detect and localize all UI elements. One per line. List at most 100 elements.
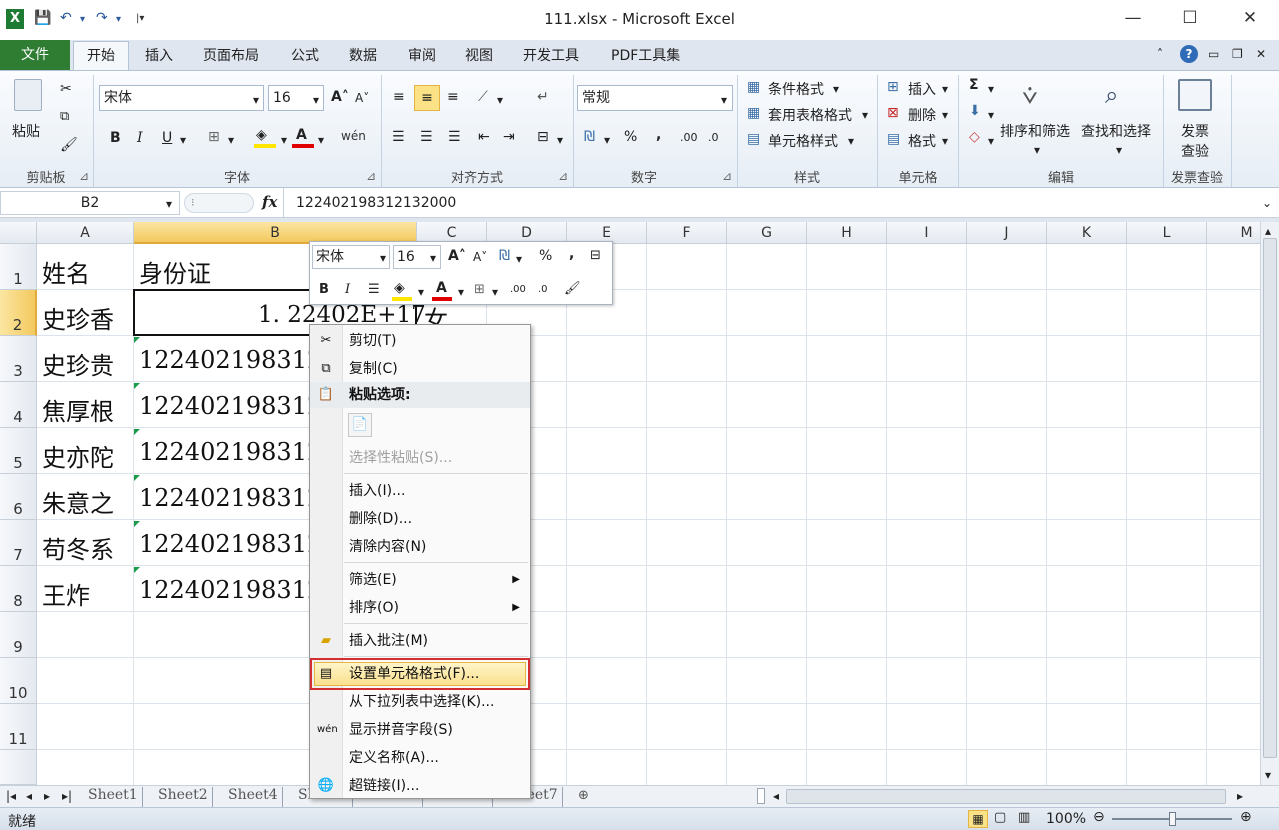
merge-center-icon[interactable]: ⊟ <box>537 129 549 145</box>
column-header-h[interactable]: H <box>807 222 887 244</box>
first-sheet-icon[interactable]: |◂ <box>6 789 16 803</box>
column-header-i[interactable]: I <box>887 222 967 244</box>
horizontal-scroll-thumb[interactable] <box>786 789 1226 804</box>
font-color-button[interactable]: A <box>296 127 307 143</box>
sheet-tab-4[interactable]: Sheet4 <box>224 787 283 807</box>
underline-dropdown-icon[interactable]: ▾ <box>180 133 186 147</box>
mini-bold-button[interactable]: B <box>319 282 329 297</box>
column-header-j[interactable]: J <box>967 222 1047 244</box>
scroll-down-icon[interactable]: ▾ <box>1265 768 1271 782</box>
mini-border-icon[interactable]: ⊞ <box>474 282 485 297</box>
alignment-launcher-icon[interactable]: ⊿ <box>558 169 568 183</box>
mini-border-dropdown-icon[interactable]: ▾ <box>492 285 498 299</box>
align-middle-icon[interactable]: ≡ <box>414 85 440 111</box>
border-dropdown-icon[interactable]: ▾ <box>228 133 234 147</box>
row-header-5[interactable]: 5 <box>0 428 37 474</box>
cell-styles-button[interactable]: 单元格样式 <box>768 131 838 151</box>
mini-accounting-dropdown-icon[interactable]: ▾ <box>516 252 522 266</box>
number-launcher-icon[interactable]: ⊿ <box>722 169 732 183</box>
row-header-3[interactable]: 3 <box>0 336 37 382</box>
mini-font-color-dropdown-icon[interactable]: ▾ <box>458 285 464 299</box>
format-as-table-button[interactable]: 套用表格格式 <box>768 105 852 125</box>
mini-decrease-decimal-icon[interactable]: .0 <box>538 284 548 295</box>
accounting-format-icon[interactable]: ₪ <box>584 129 595 145</box>
percent-button[interactable]: % <box>624 129 637 145</box>
cell-a7[interactable]: 苟冬系 <box>42 530 114 565</box>
insert-cells-button[interactable]: 插入 <box>908 79 936 99</box>
mini-size-dropdown-icon[interactable]: ▾ <box>430 251 436 265</box>
cut-icon[interactable]: ✂ <box>60 81 72 97</box>
tab-home[interactable]: 开始 <box>73 41 129 71</box>
cell-a4[interactable]: 焦厚根 <box>42 392 114 427</box>
ribbon-restore-icon[interactable]: ❐ <box>1232 47 1243 61</box>
paste-button[interactable]: 粘贴 <box>12 121 40 141</box>
format-cells-button[interactable]: 格式 <box>908 131 936 151</box>
find-select-dropdown-icon[interactable]: ▾ <box>1116 143 1122 157</box>
autosum-dropdown-icon[interactable]: ▾ <box>988 82 994 96</box>
cell-b3[interactable]: 122402198312 <box>139 346 322 374</box>
format-as-table-icon[interactable]: ▦ <box>747 105 760 121</box>
invoice-check-line2[interactable]: 查验 <box>1181 141 1209 161</box>
font-launcher-icon[interactable]: ⊿ <box>366 169 376 183</box>
cell-a8[interactable]: 王炸 <box>42 576 90 611</box>
decrease-indent-icon[interactable]: ⇤ <box>478 129 490 145</box>
paste-icon[interactable] <box>14 79 42 111</box>
copy-icon[interactable]: ⧉ <box>60 109 69 124</box>
row-header-2[interactable]: 2 <box>0 290 37 336</box>
mini-percent-button[interactable]: % <box>539 248 552 264</box>
sheet-tab-1[interactable]: Sheet1 <box>84 787 143 807</box>
bold-button[interactable]: B <box>110 130 121 146</box>
tab-pdf-tools[interactable]: PDF工具集 <box>611 45 680 65</box>
cell-a3[interactable]: 史珍贵 <box>42 346 114 381</box>
conditional-dropdown-icon[interactable]: ▾ <box>833 82 839 96</box>
column-header-f[interactable]: F <box>647 222 727 244</box>
row-header-4[interactable]: 4 <box>0 382 37 428</box>
insert-function-icon[interactable]: fx <box>262 193 277 211</box>
comma-button[interactable]: , <box>656 127 661 143</box>
italic-button[interactable]: I <box>137 130 143 146</box>
align-right-icon[interactable]: ☰ <box>448 129 461 145</box>
column-header-k[interactable]: K <box>1047 222 1127 244</box>
menu-sort[interactable]: 排序(O) ▶ <box>310 595 530 621</box>
delete-cells-dropdown-icon[interactable]: ▾ <box>942 108 948 122</box>
menu-filter[interactable]: 筛选(E) ▶ <box>310 567 530 593</box>
font-name-dropdown-icon[interactable]: ▾ <box>253 93 259 107</box>
menu-show-phonetic[interactable]: wén 显示拼音字段(S) <box>310 717 530 743</box>
scroll-left-icon[interactable]: ◂ <box>773 789 779 803</box>
select-all-corner[interactable] <box>0 222 37 244</box>
cell-b6[interactable]: 122402198312 <box>139 484 322 512</box>
mini-shrink-font-icon[interactable]: A˅ <box>473 250 487 264</box>
column-header-m[interactable]: M <box>1207 222 1260 244</box>
find-select-button[interactable]: 查找和选择 <box>1081 121 1151 141</box>
menu-insert[interactable]: 插入(I)... <box>310 478 530 504</box>
menu-delete[interactable]: 删除(D)... <box>310 506 530 532</box>
scroll-up-icon[interactable]: ▴ <box>1265 224 1271 238</box>
clear-dropdown-icon[interactable]: ▾ <box>988 134 994 148</box>
font-color-dropdown-icon[interactable]: ▾ <box>318 133 324 147</box>
mini-italic-button[interactable]: I <box>345 282 350 297</box>
paste-option-icon[interactable]: 📄 <box>348 413 372 437</box>
delete-cells-button[interactable]: 删除 <box>908 105 936 125</box>
tab-view[interactable]: 视图 <box>465 45 493 65</box>
cell-b1[interactable]: 身份证 <box>139 254 211 289</box>
accounting-dropdown-icon[interactable]: ▾ <box>604 133 610 147</box>
worksheet-grid[interactable]: A B C D E F G H I J K L M 1 2 3 4 5 6 7 … <box>0 222 1260 785</box>
mini-align-center-icon[interactable]: ☰ <box>368 282 380 297</box>
mini-fill-dropdown-icon[interactable]: ▾ <box>418 285 424 299</box>
mini-format-painter-icon[interactable]: 🖌 <box>564 281 581 296</box>
page-break-view-icon[interactable]: ▥ <box>1018 810 1030 825</box>
table-dropdown-icon[interactable]: ▾ <box>862 108 868 122</box>
tab-data[interactable]: 数据 <box>349 45 377 65</box>
autosum-icon[interactable]: Σ <box>969 77 979 93</box>
row-header-11[interactable]: 11 <box>0 704 37 750</box>
cell-b4[interactable]: 122402198312 <box>139 392 322 420</box>
mini-fill-color-icon[interactable]: ◈ <box>394 280 405 296</box>
cell-a5[interactable]: 史亦陀 <box>42 438 114 473</box>
name-box[interactable]: B2 <box>0 191 180 215</box>
conditional-format-button[interactable]: 条件格式 <box>768 79 824 99</box>
column-header-g[interactable]: G <box>727 222 807 244</box>
vertical-scrollbar[interactable]: ▴ ▾ <box>1260 222 1279 785</box>
menu-insert-comment[interactable]: ▰ 插入批注(M) <box>310 628 530 654</box>
border-icon[interactable]: ⊞ <box>208 129 220 145</box>
menu-cut[interactable]: ✂ 剪切(T) <box>310 328 530 354</box>
